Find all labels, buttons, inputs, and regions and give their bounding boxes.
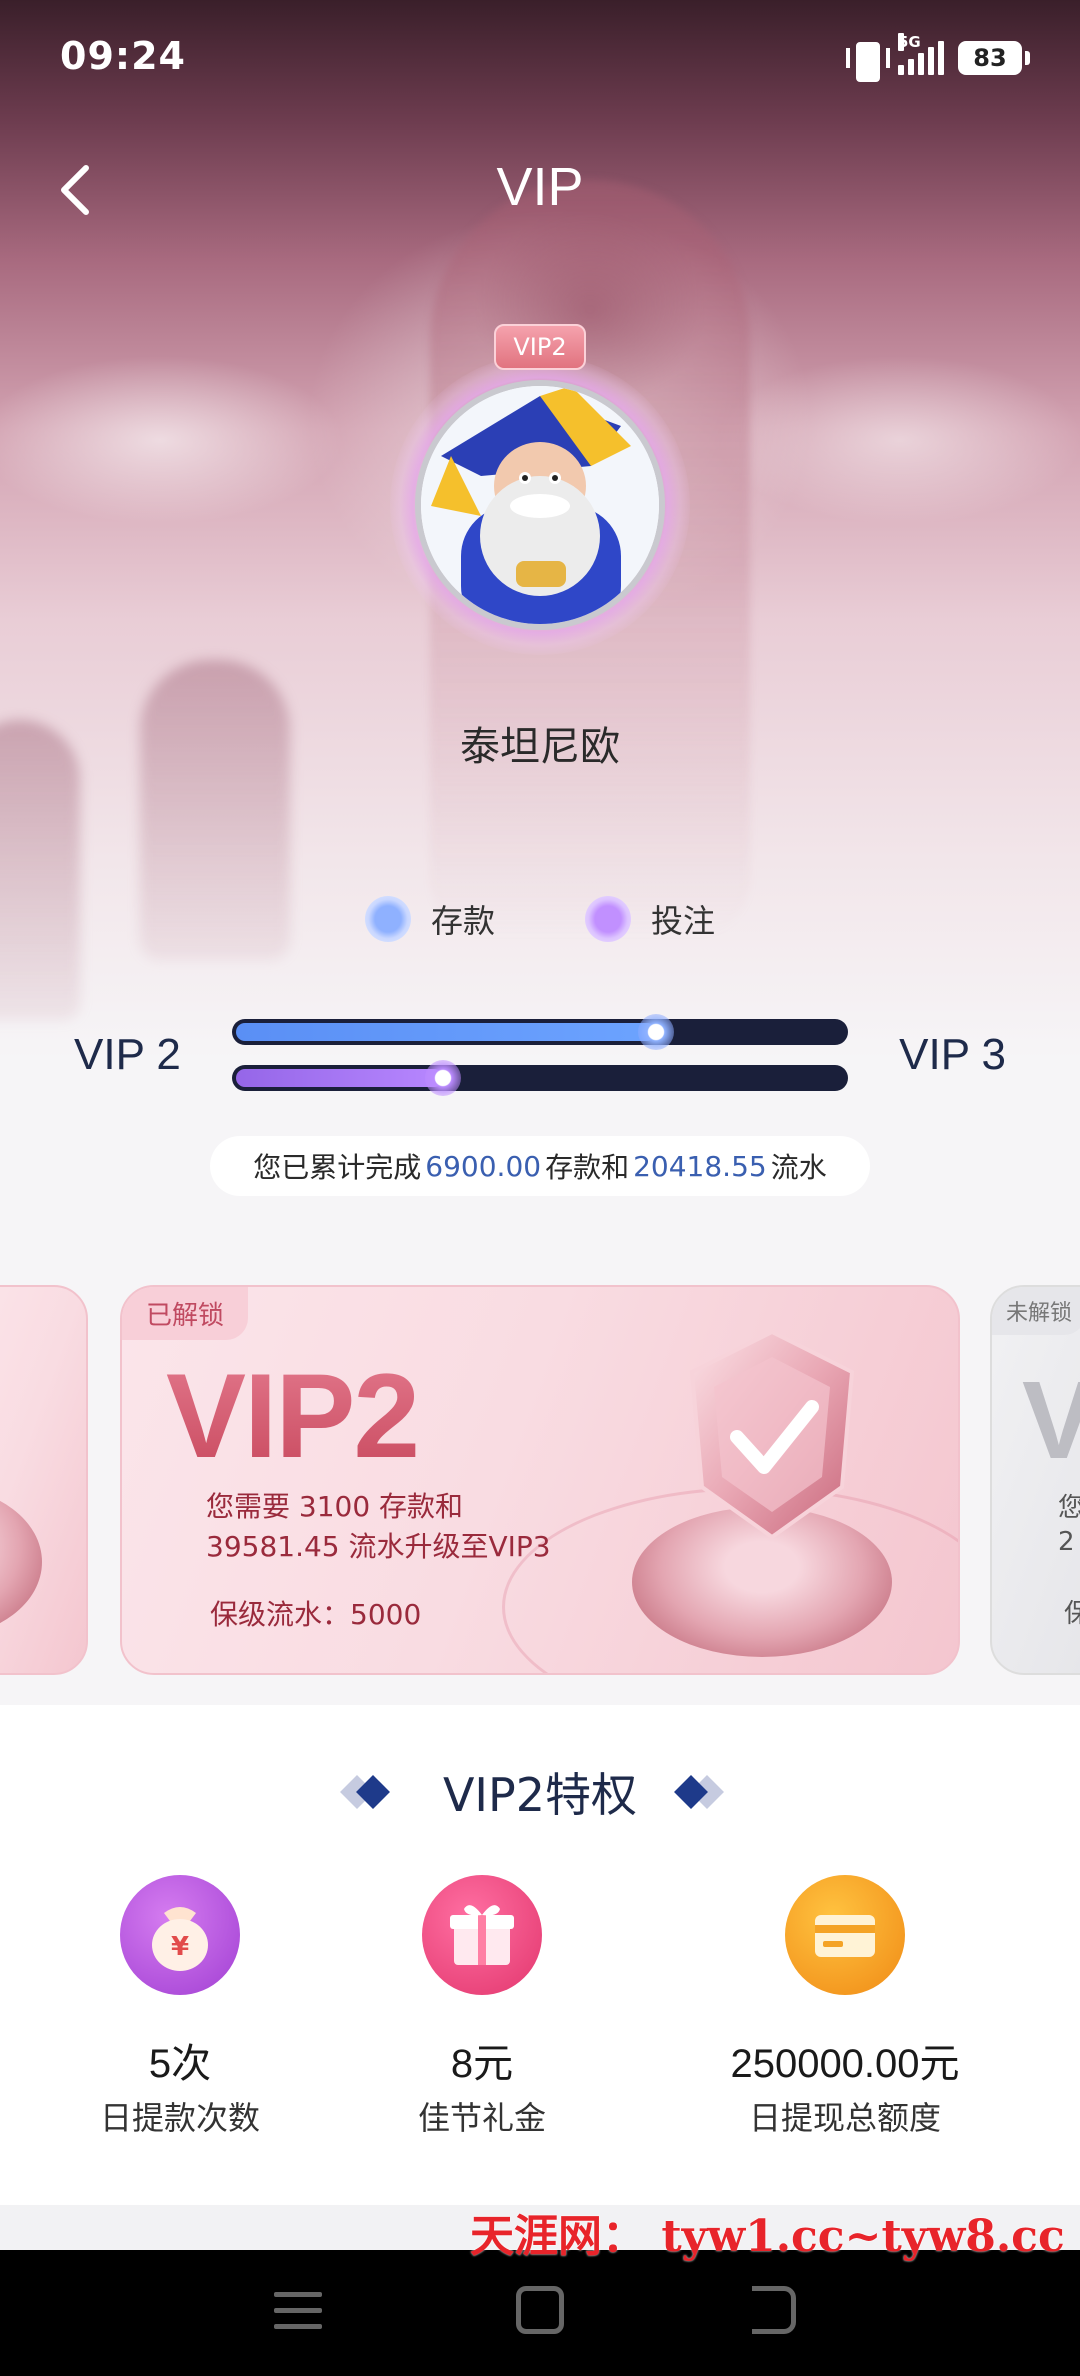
page-title: VIP	[496, 157, 584, 217]
summary-deposit: 6900.00	[425, 1149, 542, 1183]
deposit-progress-fill	[236, 1023, 656, 1041]
network-type: 5G	[898, 33, 921, 51]
privilege-value: 8元	[450, 2042, 514, 2086]
privileges-title: VIP2特权	[442, 1768, 638, 1822]
progress-summary: 您已累计完成 6900.00 存款和 20418.55 流水	[210, 1136, 870, 1196]
signal-icon: 5G	[898, 33, 944, 75]
status-bar: 09:24 5G 83	[0, 0, 1080, 120]
summary-prefix: 您已累计完成	[253, 1151, 422, 1184]
card-keep-level: 保级流水：5000	[210, 1598, 422, 1631]
deposit-dot-icon	[364, 896, 411, 942]
vip-level-badge: VIP2	[494, 324, 586, 370]
privilege-label: 佳节礼金	[417, 2099, 546, 2137]
gift-icon	[422, 1875, 542, 1995]
privileges-section: VIP2特权 ¥ 5次 日提款次数 8元 佳节礼金 250000.00元 日提现…	[0, 1705, 1080, 2205]
deposit-progress-knob	[638, 1014, 674, 1050]
summary-turnover: 20418.55	[633, 1149, 767, 1183]
turnover-progress-bar	[232, 1060, 848, 1096]
bet-dot-icon	[585, 896, 631, 942]
current-level-label: VIP 2	[74, 1030, 181, 1079]
deposit-progress-bar	[232, 1014, 848, 1050]
privileges-header: VIP2特权	[0, 1759, 1080, 1825]
username: 泰坦尼欧	[460, 724, 620, 770]
checkmark-badge-icon	[689, 1329, 855, 1540]
privilege-label: 日提款次数	[99, 2099, 260, 2137]
card-next-level: V	[1022, 1357, 1080, 1484]
privilege-value: 5次	[148, 2042, 212, 2086]
privilege-value: 250000.00元	[730, 2042, 960, 2086]
privilege-withdraw-count: ¥ 5次 日提款次数	[60, 1875, 300, 2139]
summary-suffix: 流水	[770, 1151, 827, 1184]
money-bag-icon: ¥	[120, 1875, 240, 1995]
pedestal-icon	[0, 1487, 42, 1637]
legend-deposit-label: 存款	[430, 902, 495, 940]
turnover-progress-knob	[425, 1060, 461, 1096]
battery-icon: 83	[958, 41, 1030, 75]
card-next-line2: 2	[1058, 1527, 1075, 1557]
home-icon[interactable]	[516, 2286, 564, 2334]
watermark-text: 天涯网： tyw1.cc~tyw8.cc	[470, 2211, 1065, 2262]
card-upgrade-line2: 39581.45 流水升级至VIP3	[206, 1530, 551, 1563]
turnover-progress-fill	[236, 1069, 443, 1087]
legend-bet-label: 投注	[651, 902, 716, 940]
avatar[interactable]	[415, 380, 665, 630]
menu-icon[interactable]	[274, 2292, 322, 2332]
svg-text:¥: ¥	[171, 1932, 189, 1962]
card-upgrade-line1: 您需要 3100 存款和	[206, 1490, 464, 1523]
privilege-label: 日提现总额度	[748, 2099, 941, 2137]
legend-bet: 投注	[585, 896, 715, 942]
locked-tag: 未解锁	[992, 1287, 1080, 1335]
card-next-line1: 您	[1058, 1487, 1080, 1524]
diamond-left-icon	[339, 1774, 403, 1810]
vip-card-next[interactable]: 未解锁 V 您 2 保	[990, 1285, 1080, 1675]
privilege-daily-limit: 250000.00元 日提现总额度	[690, 1875, 1000, 2139]
vip-card-current[interactable]: 已解锁 VIP2 您需要 3100 存款和 39581.45 流水升级至VIP3…	[120, 1285, 960, 1675]
status-time: 09:24	[60, 34, 186, 78]
diamond-right-icon	[674, 1774, 737, 1810]
privilege-holiday-gift: 8元 佳节礼金	[362, 1875, 602, 2139]
legend-deposit: 存款	[364, 896, 495, 942]
system-nav-bar	[0, 2250, 1080, 2376]
card-level-title: VIP2	[166, 1349, 420, 1483]
card-icon	[785, 1875, 905, 1995]
unlocked-tag: 已解锁	[122, 1287, 249, 1340]
progress-legend: 存款 投注	[0, 896, 1080, 942]
summary-mid: 存款和	[545, 1151, 630, 1184]
next-level-label: VIP 3	[899, 1030, 1006, 1079]
back-nav-icon[interactable]	[752, 2286, 796, 2334]
vip-card-previous[interactable]	[0, 1285, 88, 1675]
vibrate-icon	[844, 40, 890, 82]
card-upgrade-text: 您需要 3100 存款和 39581.45 流水升级至VIP3	[206, 1487, 551, 1567]
card-next-keep: 保	[1064, 1593, 1080, 1630]
status-icons: 5G 83	[844, 33, 1030, 82]
wizard-avatar-icon	[421, 386, 659, 624]
